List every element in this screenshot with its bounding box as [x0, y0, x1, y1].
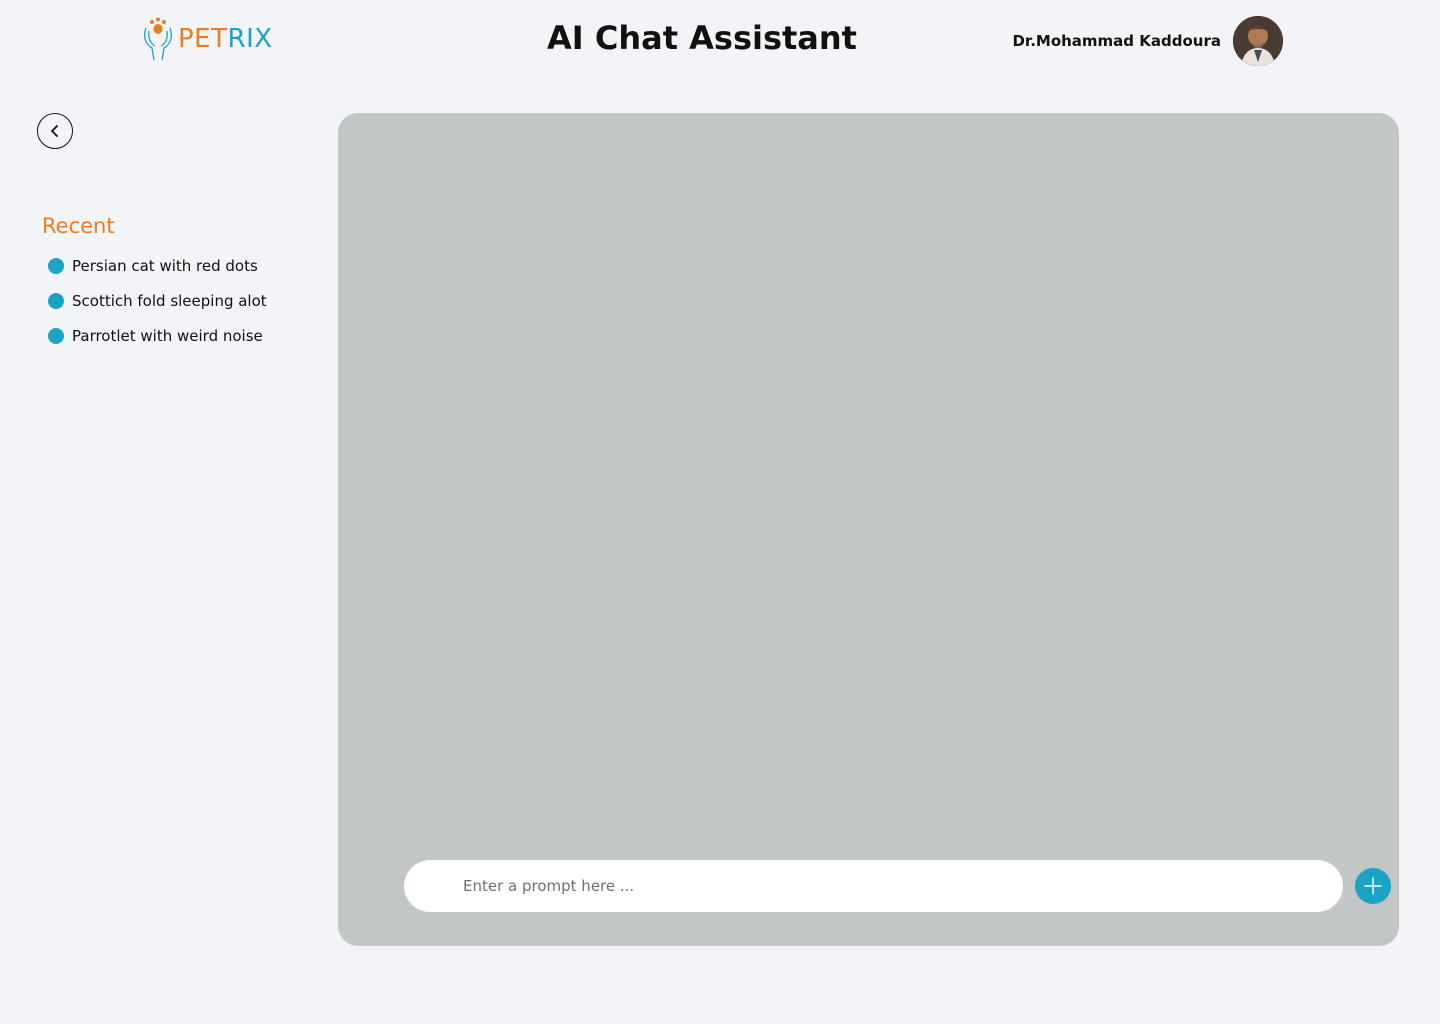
- recent-item-label: Scottich fold sleeping alot: [72, 291, 267, 310]
- recent-section: Recent Persian cat with red dots Scottic…: [42, 212, 267, 353]
- bullet-dot-icon: [48, 257, 64, 274]
- chevron-left-icon: [51, 125, 58, 137]
- bullet-dot-icon: [48, 327, 64, 344]
- add-button[interactable]: [1355, 868, 1391, 904]
- plus-icon: [1364, 877, 1382, 895]
- user-avatar-icon: [1233, 16, 1283, 66]
- chat-panel: [338, 113, 1399, 946]
- back-button[interactable]: [37, 113, 73, 149]
- avatar[interactable]: [1233, 16, 1283, 66]
- user-profile[interactable]: Dr.Mohammad Kaddoura: [1012, 16, 1283, 66]
- recent-item-label: Parrotlet with weird noise: [72, 326, 263, 345]
- recent-item[interactable]: Scottich fold sleeping alot: [42, 283, 267, 318]
- recent-list: Persian cat with red dots Scottich fold …: [42, 248, 267, 353]
- bullet-dot-icon: [48, 292, 64, 309]
- user-name: Dr.Mohammad Kaddoura: [1012, 32, 1221, 50]
- recent-item[interactable]: Parrotlet with weird noise: [42, 318, 267, 353]
- recent-heading: Recent: [42, 214, 115, 238]
- recent-item[interactable]: Persian cat with red dots: [42, 248, 267, 283]
- recent-item-label: Persian cat with red dots: [72, 256, 258, 275]
- prompt-input[interactable]: [404, 860, 1343, 912]
